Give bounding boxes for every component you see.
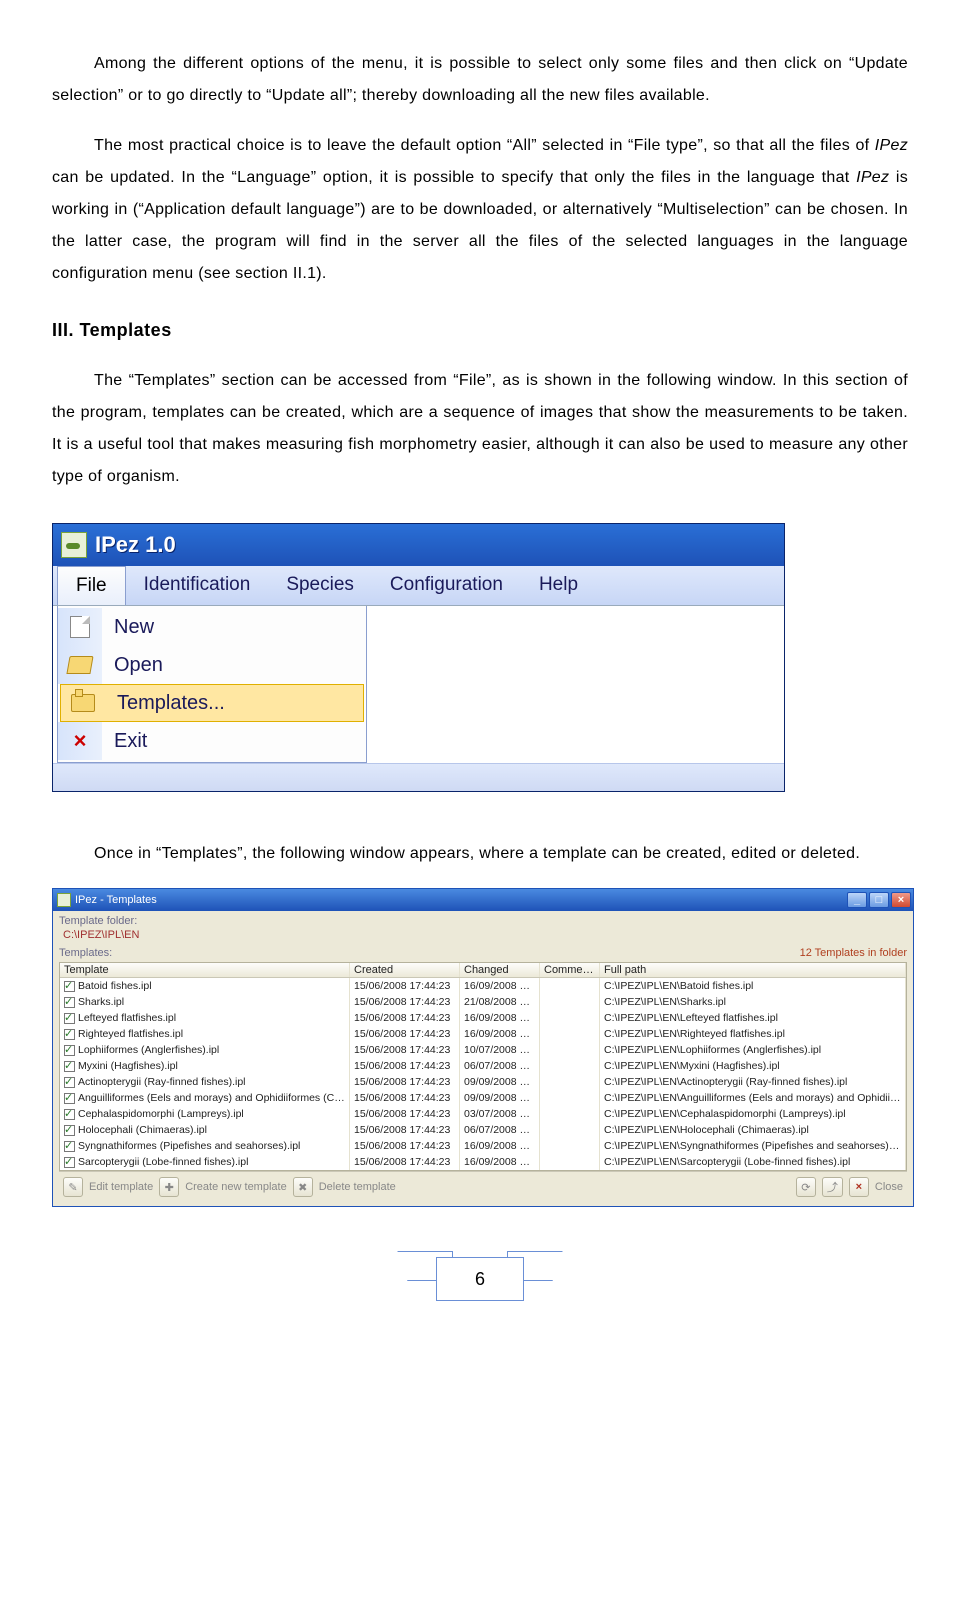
menu-help[interactable]: Help: [521, 566, 596, 605]
window-footer: ✎ Edit template ✚ Create new template ✖ …: [59, 1171, 907, 1202]
col-fullpath[interactable]: Full path: [600, 963, 906, 977]
paragraph: Once in “Templates”, the following windo…: [52, 838, 908, 870]
menu-item-new[interactable]: New: [58, 608, 366, 646]
menubar: File Identification Species Configuratio…: [53, 566, 784, 606]
footer-button[interactable]: ⟳: [796, 1177, 816, 1197]
menu-item-exit[interactable]: × Exit: [58, 722, 366, 760]
window-titlebar: IPez - Templates _ □ ×: [53, 889, 913, 911]
table-row[interactable]: Righteyed flatfishes.ipl15/06/2008 17:44…: [60, 1026, 906, 1042]
open-folder-icon: [66, 656, 93, 674]
template-folder-path: C:\IPEZ\IPL\EN: [63, 929, 907, 941]
menu-identification[interactable]: Identification: [126, 566, 269, 605]
create-template-icon-button[interactable]: ✚: [159, 1177, 179, 1197]
minimize-button[interactable]: _: [847, 892, 867, 908]
col-template[interactable]: Template: [60, 963, 350, 977]
close-icon: ×: [74, 728, 87, 754]
maximize-button[interactable]: □: [869, 892, 889, 908]
create-template-label: Create new template: [185, 1181, 287, 1193]
footer-button[interactable]: ⤴: [822, 1177, 843, 1197]
checkbox-icon[interactable]: [64, 1125, 75, 1136]
paragraph: Among the different options of the menu,…: [52, 48, 908, 112]
templates-icon: [71, 694, 95, 712]
app-name: IPez: [856, 169, 889, 186]
table-row[interactable]: Batoid fishes.ipl15/06/2008 17:44:2316/0…: [60, 978, 906, 994]
new-file-icon: [70, 616, 90, 638]
section-heading: III. Templates: [52, 320, 908, 341]
grid-header: Template Created Changed Comments Full p…: [60, 963, 906, 978]
window-title: IPez - Templates: [75, 894, 157, 906]
templates-label: Templates:: [59, 947, 112, 959]
templates-grid: Template Created Changed Comments Full p…: [59, 962, 907, 1171]
table-row[interactable]: Myxini (Hagfishes).ipl15/06/2008 17:44:2…: [60, 1058, 906, 1074]
text: The most practical choice is to leave th…: [94, 137, 875, 154]
menu-label: Templates...: [105, 692, 225, 715]
app-name: IPez: [875, 137, 908, 154]
edit-template-icon-button[interactable]: ✎: [63, 1177, 83, 1197]
checkbox-icon[interactable]: [64, 1157, 75, 1168]
table-row[interactable]: Lophiiformes (Anglerfishes).ipl15/06/200…: [60, 1042, 906, 1058]
table-row[interactable]: Holocephali (Chimaeras).ipl15/06/2008 17…: [60, 1122, 906, 1138]
menu-label: New: [102, 616, 154, 639]
window-title: IPez 1.0: [95, 532, 176, 558]
table-row[interactable]: Anguilliformes (Eels and morays) and Oph…: [60, 1090, 906, 1106]
app-icon: [57, 893, 71, 907]
checkbox-icon[interactable]: [64, 981, 75, 992]
toolbar-area: [53, 763, 784, 791]
table-row[interactable]: Cephalaspidomorphi (Lampreys).ipl15/06/2…: [60, 1106, 906, 1122]
menu-item-templates[interactable]: Templates...: [60, 684, 364, 722]
col-created[interactable]: Created: [350, 963, 460, 977]
file-dropdown: New Open Templates... × Exit: [57, 606, 367, 763]
checkbox-icon[interactable]: [64, 1061, 75, 1072]
text: can be updated. In the “Language” option…: [52, 169, 856, 186]
delete-template-label: Delete template: [319, 1181, 396, 1193]
col-changed[interactable]: Changed: [460, 963, 540, 977]
app-icon: [61, 532, 87, 558]
checkbox-icon[interactable]: [64, 1077, 75, 1088]
checkbox-icon[interactable]: [64, 1029, 75, 1040]
paragraph: The most practical choice is to leave th…: [52, 130, 908, 290]
table-row[interactable]: Actinopterygii (Ray-finned fishes).ipl15…: [60, 1074, 906, 1090]
close-button[interactable]: ×: [891, 892, 911, 908]
footer-close-icon[interactable]: ×: [849, 1177, 869, 1197]
menu-label: Exit: [102, 730, 147, 753]
checkbox-icon[interactable]: [64, 1093, 75, 1104]
page-number: 6: [475, 1269, 485, 1290]
checkbox-icon[interactable]: [64, 997, 75, 1008]
paragraph: The “Templates” section can be accessed …: [52, 365, 908, 493]
template-folder-label: Template folder:: [59, 915, 907, 927]
col-comments[interactable]: Comments: [540, 963, 600, 977]
menu-item-open[interactable]: Open: [58, 646, 366, 684]
delete-template-icon-button[interactable]: ✖: [293, 1177, 313, 1197]
screenshot-templates-window: IPez - Templates _ □ × Template folder: …: [52, 888, 914, 1207]
checkbox-icon[interactable]: [64, 1045, 75, 1056]
table-row[interactable]: Sarcopterygii (Lobe-finned fishes).ipl15…: [60, 1154, 906, 1170]
menu-configuration[interactable]: Configuration: [372, 566, 521, 605]
checkbox-icon[interactable]: [64, 1141, 75, 1152]
page-number-ribbon: 6: [52, 1257, 908, 1301]
table-row[interactable]: Syngnathiformes (Pipefishes and seahorse…: [60, 1138, 906, 1154]
menu-file[interactable]: File: [57, 566, 126, 605]
checkbox-icon[interactable]: [64, 1013, 75, 1024]
menu-species[interactable]: Species: [268, 566, 372, 605]
screenshot-ipez-file-menu: IPez 1.0 File Identification Species Con…: [52, 523, 785, 792]
close-label[interactable]: Close: [875, 1181, 903, 1193]
window-titlebar: IPez 1.0: [53, 524, 784, 566]
table-row[interactable]: Sharks.ipl15/06/2008 17:44:2321/08/2008 …: [60, 994, 906, 1010]
table-row[interactable]: Lefteyed flatfishes.ipl15/06/2008 17:44:…: [60, 1010, 906, 1026]
checkbox-icon[interactable]: [64, 1109, 75, 1120]
menu-label: Open: [102, 654, 163, 677]
templates-count: 12 Templates in folder: [800, 947, 907, 959]
edit-template-label: Edit template: [89, 1181, 153, 1193]
